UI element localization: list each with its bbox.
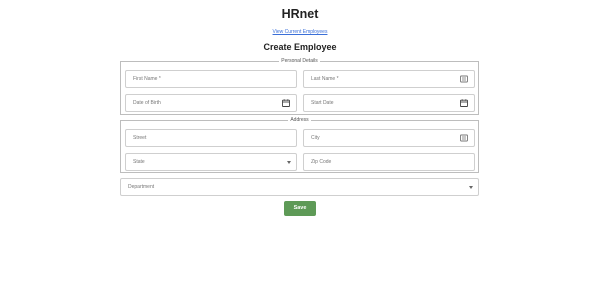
- calendar-icon[interactable]: [282, 99, 290, 107]
- last-name-field[interactable]: Last Name *: [303, 70, 475, 88]
- state-placeholder: State: [133, 159, 145, 165]
- department-placeholder: Department: [128, 184, 155, 190]
- personal-details-legend: Personal Details: [281, 58, 318, 64]
- city-field[interactable]: City: [303, 129, 475, 147]
- city-placeholder: City: [311, 135, 320, 141]
- date-of-birth-field[interactable]: Date of Birth: [125, 94, 297, 112]
- date-of-birth-placeholder: Date of Birth: [133, 100, 161, 106]
- street-placeholder: Street: [133, 135, 147, 141]
- first-name-placeholder: First Name *: [133, 76, 161, 82]
- last-name-placeholder: Last Name *: [311, 76, 339, 82]
- street-field[interactable]: Street: [125, 129, 297, 147]
- page-title: Create Employee: [263, 42, 337, 52]
- app-title: HRnet: [281, 7, 319, 21]
- zip-code-placeholder: Zip Code: [311, 159, 332, 165]
- department-select[interactable]: Department: [120, 178, 479, 196]
- zip-code-field[interactable]: Zip Code: [303, 153, 475, 171]
- save-button[interactable]: Save: [284, 201, 316, 216]
- contact-card-icon: [460, 75, 468, 83]
- state-select[interactable]: State: [125, 153, 297, 171]
- address-fieldset: Address Street City State Zip Code: [120, 117, 479, 173]
- start-date-field[interactable]: Start Date: [303, 94, 475, 112]
- start-date-placeholder: Start Date: [311, 100, 334, 106]
- view-current-employees-link[interactable]: View Current Employees: [0, 29, 600, 35]
- calendar-icon[interactable]: [460, 99, 468, 107]
- personal-details-fieldset: Personal Details First Name * Last Name …: [120, 58, 479, 115]
- address-legend: Address: [290, 117, 309, 123]
- chevron-down-icon: [469, 186, 473, 189]
- contact-card-icon: [460, 134, 468, 142]
- first-name-field[interactable]: First Name *: [125, 70, 297, 88]
- chevron-down-icon: [287, 161, 291, 164]
